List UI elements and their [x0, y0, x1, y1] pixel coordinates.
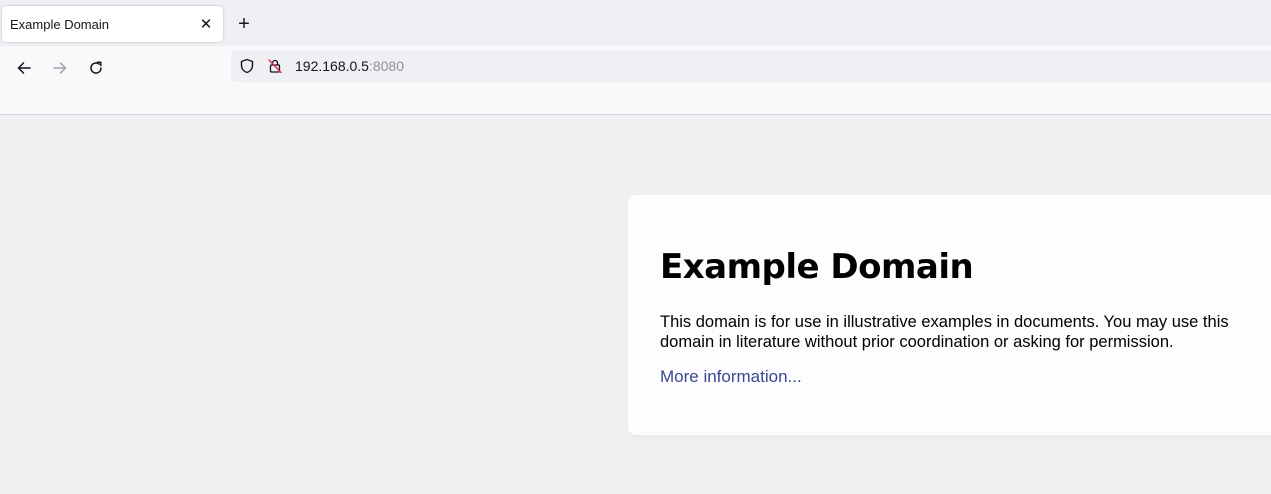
- tab-close-button[interactable]: ✕: [194, 12, 218, 36]
- more-information-link[interactable]: More information...: [660, 367, 802, 387]
- url-host: 192.168.0.5: [295, 58, 369, 74]
- url-text[interactable]: 192.168.0.5:8080: [295, 58, 404, 74]
- insecure-lock-icon[interactable]: [265, 56, 285, 76]
- new-tab-button[interactable]: +: [232, 12, 256, 36]
- url-port: :8080: [368, 58, 405, 74]
- forward-button[interactable]: [46, 54, 74, 82]
- content-card: Example Domain This domain is for use in…: [628, 195, 1271, 435]
- arrow-left-icon: [17, 62, 31, 74]
- tab-title: Example Domain: [10, 16, 109, 32]
- browser-tab[interactable]: Example Domain ✕: [2, 6, 223, 42]
- url-bar[interactable]: 192.168.0.5:8080: [231, 50, 1271, 82]
- nav-bar: 192.168.0.5:8080: [0, 46, 1271, 115]
- page-heading: Example Domain: [660, 247, 974, 287]
- page-content: Example Domain This domain is for use in…: [0, 115, 1271, 494]
- tracking-protection-shield-icon[interactable]: [237, 56, 257, 76]
- tab-strip: Example Domain ✕ +: [0, 0, 1271, 46]
- reload-icon: [90, 61, 102, 74]
- arrow-right-icon: [53, 62, 67, 74]
- reload-button[interactable]: [82, 54, 110, 82]
- back-button[interactable]: [10, 54, 38, 82]
- page-description: This domain is for use in illustrative e…: [660, 313, 1229, 351]
